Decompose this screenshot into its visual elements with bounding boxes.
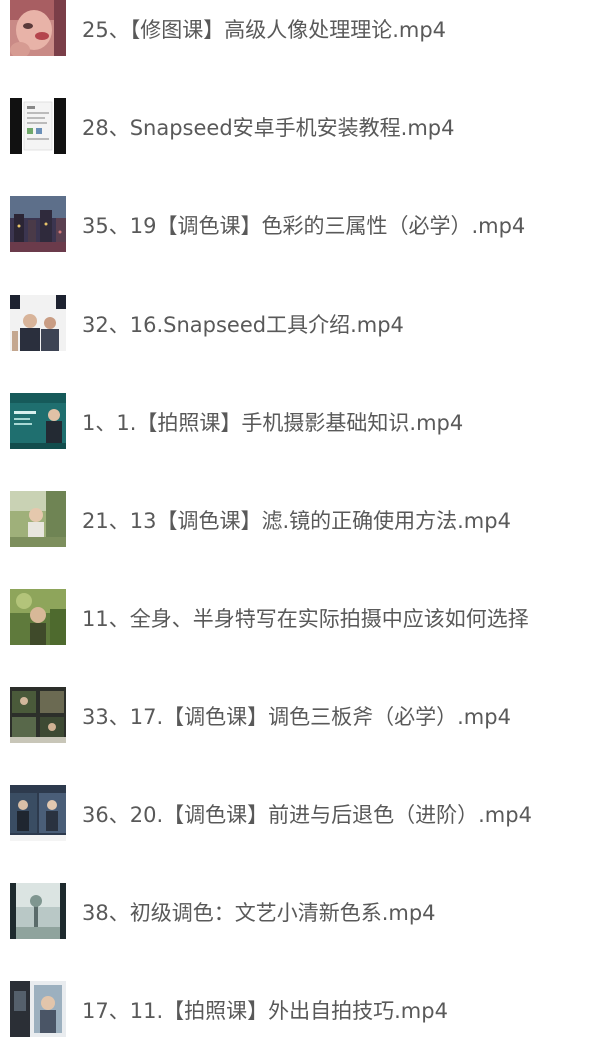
- editing-collage-thumbnail: [10, 687, 66, 743]
- fresh-scenery-thumbnail: [10, 883, 66, 939]
- file-item[interactable]: 1、1.【拍照课】手机摄影基础知识.mp4: [0, 393, 598, 451]
- video-file-list: 25、【修图课】高级人像处理理论.mp4 28、Snapseed安卓手机安装教程…: [0, 0, 598, 1045]
- file-item[interactable]: 11、全身、半身特写在实际拍摄中应该如何选择: [0, 589, 598, 647]
- selfie-thumbnail: [10, 981, 66, 1037]
- outdoor-portrait-thumbnail: [10, 491, 66, 547]
- file-item[interactable]: 38、初级调色：文艺小清新色系.mp4: [0, 883, 598, 941]
- file-name: 32、16.Snapseed工具介绍.mp4: [82, 313, 404, 337]
- portrait-closeup-thumbnail: [10, 0, 66, 56]
- file-name: 35、19【调色课】色彩的三属性（必学）.mp4: [82, 214, 526, 238]
- file-name: 1、1.【拍照课】手机摄影基础知识.mp4: [82, 411, 464, 435]
- file-item[interactable]: 36、20.【调色课】前进与后退色（进阶）.mp4: [0, 785, 598, 843]
- file-item[interactable]: 21、13【调色课】滤.镜的正确使用方法.mp4: [0, 491, 598, 549]
- file-item[interactable]: 28、Snapseed安卓手机安装教程.mp4: [0, 98, 598, 156]
- nature-portrait-thumbnail: [10, 589, 66, 645]
- city-scene-thumbnail: [10, 196, 66, 252]
- file-item[interactable]: 32、16.Snapseed工具介绍.mp4: [0, 295, 598, 353]
- people-thumbnail: [10, 295, 66, 351]
- file-name: 33、17.【调色课】调色三板斧（必学）.mp4: [82, 705, 511, 729]
- file-name: 25、【修图课】高级人像处理理论.mp4: [82, 18, 447, 42]
- file-name: 17、11.【拍照课】外出自拍技巧.mp4: [82, 999, 448, 1023]
- file-name: 11、全身、半身特写在实际拍摄中应该如何选择: [82, 607, 529, 631]
- file-name: 28、Snapseed安卓手机安装教程.mp4: [82, 116, 455, 140]
- file-item[interactable]: 33、17.【调色课】调色三板斧（必学）.mp4: [0, 687, 598, 745]
- file-name: 36、20.【调色课】前进与后退色（进阶）.mp4: [82, 803, 532, 827]
- teal-slide-thumbnail: [10, 393, 66, 449]
- phone-screen-thumbnail: [10, 98, 66, 154]
- comparison-thumbnail: [10, 785, 66, 841]
- file-item[interactable]: 25、【修图课】高级人像处理理论.mp4: [0, 0, 598, 58]
- file-name: 38、初级调色：文艺小清新色系.mp4: [82, 901, 436, 925]
- file-item[interactable]: 17、11.【拍照课】外出自拍技巧.mp4: [0, 981, 598, 1039]
- file-item[interactable]: 35、19【调色课】色彩的三属性（必学）.mp4: [0, 196, 598, 254]
- file-name: 21、13【调色课】滤.镜的正确使用方法.mp4: [82, 509, 511, 533]
